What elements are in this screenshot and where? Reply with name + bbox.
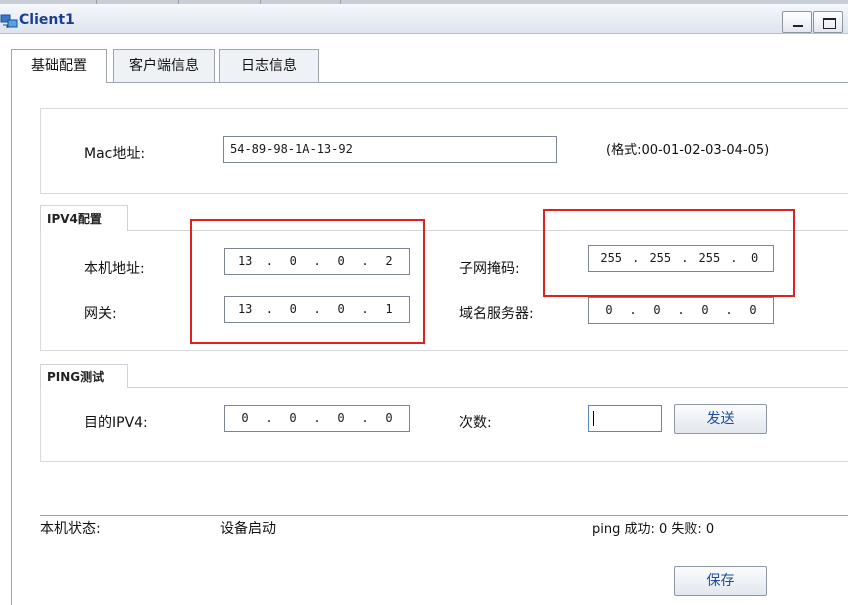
host-status-label: 本机状态: bbox=[40, 521, 101, 537]
tab-log-info[interactable]: 日志信息 bbox=[219, 49, 319, 82]
title-bar[interactable]: Client1 bbox=[0, 4, 848, 34]
minimize-button[interactable] bbox=[782, 11, 812, 33]
ping-count-label: 次数: bbox=[459, 415, 492, 431]
save-button[interactable]: 保存 bbox=[674, 566, 767, 596]
highlight-box-subnet-mask bbox=[543, 209, 795, 297]
host-address-label: 本机地址: bbox=[84, 261, 145, 277]
dns-server-label: 域名服务器: bbox=[459, 306, 534, 322]
maximize-icon bbox=[823, 18, 836, 29]
mac-format-hint: (格式:00-01-02-03-04-05) bbox=[606, 143, 770, 158]
maximize-button[interactable] bbox=[813, 11, 843, 33]
mac-input[interactable]: 54-89-98-1A-13-92 bbox=[223, 136, 557, 163]
tab-client-info[interactable]: 客户端信息 bbox=[113, 49, 215, 82]
status-divider bbox=[40, 515, 848, 516]
ping-count-input[interactable] bbox=[588, 405, 662, 432]
minimize-icon bbox=[793, 25, 803, 27]
ping-legend: PING测试 bbox=[40, 364, 128, 388]
dns-server-input[interactable]: 0.0.0.0 bbox=[588, 297, 774, 324]
network-client-icon bbox=[0, 14, 18, 28]
ping-result-text: ping 成功: 0 失败: 0 bbox=[592, 522, 715, 537]
highlight-box-host-gateway bbox=[190, 219, 425, 344]
window-title: Client1 bbox=[19, 12, 75, 28]
host-status-value: 设备启动 bbox=[220, 521, 276, 537]
text-cursor bbox=[593, 411, 594, 426]
gateway-label: 网关: bbox=[84, 306, 117, 322]
ping-destination-label: 目的IPV4: bbox=[84, 415, 148, 431]
mac-label: Mac地址: bbox=[84, 146, 146, 162]
tab-basic-config[interactable]: 基础配置 bbox=[11, 49, 107, 83]
ping-send-button[interactable]: 发送 bbox=[674, 404, 767, 434]
ipv4-legend: IPV4配置 bbox=[40, 205, 128, 231]
subnet-mask-label: 子网掩码: bbox=[459, 261, 520, 277]
ping-destination-input[interactable]: 0.0.0.0 bbox=[224, 405, 410, 432]
